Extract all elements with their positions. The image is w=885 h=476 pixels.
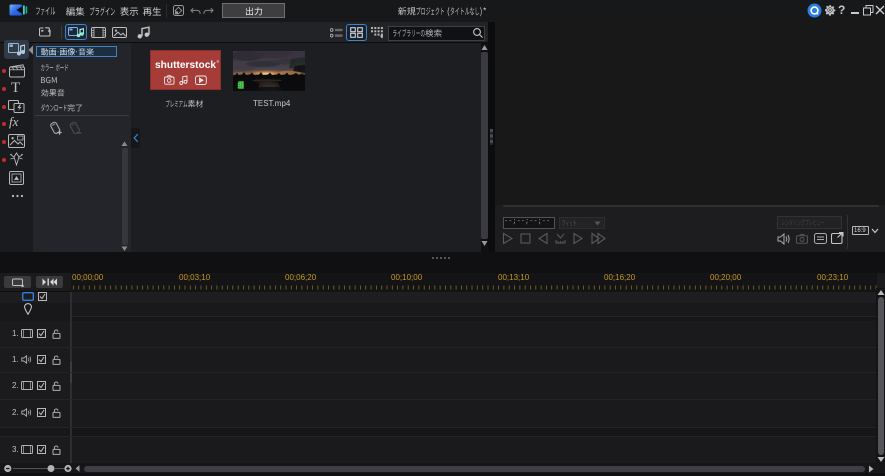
svg-text:shutterstock: shutterstock xyxy=(155,59,216,70)
svg-text:®: ® xyxy=(217,59,220,64)
